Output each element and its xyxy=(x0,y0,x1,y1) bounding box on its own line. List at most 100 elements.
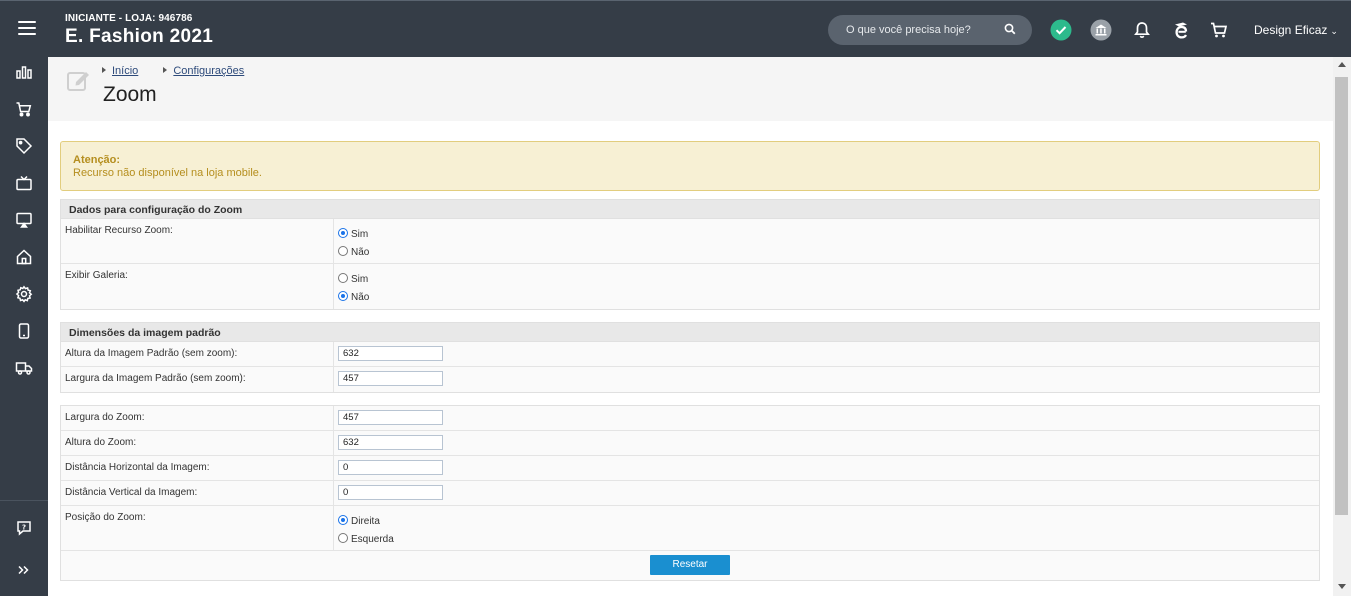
enable-zoom-label: Habilitar Recurso Zoom: xyxy=(65,225,173,236)
breadcrumb-config-link[interactable]: Configurações xyxy=(173,65,244,77)
mobile-icon xyxy=(18,323,30,339)
sidebar-item-mobile[interactable] xyxy=(14,321,34,341)
radio-selected-icon xyxy=(338,515,348,525)
page-title: Zoom xyxy=(103,83,157,106)
chevron-down-icon: ⌄ xyxy=(1330,26,1338,36)
sidebar-item-shipping[interactable] xyxy=(14,358,34,378)
education-logo-icon[interactable] xyxy=(1170,19,1192,41)
show-gallery-row: Exibir Galeria: Sim Não xyxy=(61,264,1319,309)
sidebar-expand-button[interactable] xyxy=(14,560,34,580)
chart-icon xyxy=(16,66,32,79)
svg-text:?: ? xyxy=(22,524,26,532)
radio-label: Não xyxy=(351,292,370,303)
sidebar-item-layout[interactable] xyxy=(14,210,34,230)
zoom-position-row: Posição do Zoom: Direita Esquerda xyxy=(61,506,1319,551)
shopping-cart-icon[interactable] xyxy=(1208,19,1230,41)
default-height-label: Altura da Imagem Padrão (sem zoom): xyxy=(65,348,238,359)
sidebar-item-store[interactable] xyxy=(14,247,34,267)
enable-zoom-yes-radio[interactable]: Sim xyxy=(338,228,368,240)
horizontal-distance-input[interactable] xyxy=(338,460,443,475)
radio-unselected-icon xyxy=(338,533,348,543)
radio-label: Sim xyxy=(351,274,369,285)
user-menu[interactable]: Design Eficaz ⌄ xyxy=(1254,23,1338,37)
notification-bell-icon[interactable] xyxy=(1131,19,1153,41)
alert-title: Atenção: xyxy=(73,154,121,166)
search-input[interactable] xyxy=(846,23,1006,37)
tag-icon xyxy=(16,138,33,155)
search-bar[interactable] xyxy=(828,15,1032,45)
zoom-height-row: Altura do Zoom: xyxy=(61,431,1319,456)
show-gallery-yes-radio[interactable]: Sim xyxy=(338,273,368,285)
alert-text: Recurso não disponível na loja mobile. xyxy=(73,167,262,179)
sidebar-item-help[interactable]: ? xyxy=(14,518,34,538)
sidebar-item-products[interactable] xyxy=(14,136,34,156)
page-header: Início Configurações Zoom xyxy=(48,57,1333,121)
zoom-position-label: Posição do Zoom: xyxy=(65,512,146,523)
radio-label: Não xyxy=(351,247,370,258)
user-name: Design Eficaz xyxy=(1254,23,1328,37)
cart-icon xyxy=(16,102,32,117)
sidebar-item-reports[interactable] xyxy=(14,62,34,82)
monitor-icon xyxy=(16,212,32,228)
help-chat-icon: ? xyxy=(17,521,31,536)
enable-zoom-row: Habilitar Recurso Zoom: Sim Não xyxy=(61,219,1319,264)
store-plan-label: INICIANTE - LOJA: 946786 xyxy=(65,13,193,24)
vertical-distance-label: Distância Vertical da Imagem: xyxy=(65,487,198,498)
reset-button[interactable]: Resetar xyxy=(650,555,730,575)
zoom-config-section: Dados para configuração do Zoom Habilita… xyxy=(60,199,1320,310)
radio-label: Sim xyxy=(351,229,369,240)
expand-icon xyxy=(18,565,29,575)
search-icon[interactable] xyxy=(1004,23,1016,35)
status-check-icon[interactable] xyxy=(1050,19,1072,41)
zoom-width-input[interactable] xyxy=(338,410,443,425)
vertical-scrollbar[interactable] xyxy=(1333,57,1351,596)
default-height-row: Altura da Imagem Padrão (sem zoom): xyxy=(61,342,1319,367)
radio-label: Esquerda xyxy=(351,534,394,545)
radio-label: Direita xyxy=(351,516,380,527)
sidebar-divider xyxy=(0,500,48,501)
sidebar: ? xyxy=(0,57,48,596)
scroll-up-arrow-icon[interactable] xyxy=(1338,62,1346,67)
default-height-input[interactable] xyxy=(338,346,443,361)
sidebar-item-marketing[interactable] xyxy=(14,173,34,193)
zoom-height-input[interactable] xyxy=(338,435,443,450)
zoom-height-label: Altura do Zoom: xyxy=(65,437,137,448)
radio-unselected-icon xyxy=(338,273,348,283)
default-width-label: Largura da Imagem Padrão (sem zoom): xyxy=(65,373,246,384)
default-width-row: Largura da Imagem Padrão (sem zoom): xyxy=(61,367,1319,392)
store-name: E. Fashion 2021 xyxy=(65,26,214,47)
sidebar-item-orders[interactable] xyxy=(14,99,34,119)
zoom-position-right-radio[interactable]: Direita xyxy=(338,515,380,527)
zoom-width-row: Largura do Zoom: xyxy=(61,406,1319,431)
sidebar-item-settings[interactable] xyxy=(14,284,34,304)
vertical-distance-row: Distância Vertical da Imagem: xyxy=(61,481,1319,506)
edit-page-icon xyxy=(67,72,89,91)
radio-selected-icon xyxy=(338,291,348,301)
tv-icon xyxy=(16,175,32,191)
default-width-input[interactable] xyxy=(338,371,443,386)
horizontal-distance-label: Distância Horizontal da Imagem: xyxy=(65,462,210,473)
vertical-distance-input[interactable] xyxy=(338,485,443,500)
breadcrumb: Início Configurações xyxy=(102,65,266,77)
mobile-warning-alert: Atenção: Recurso não disponível na loja … xyxy=(60,141,1320,191)
gear-icon xyxy=(15,285,33,303)
horizontal-distance-row: Distância Horizontal da Imagem: xyxy=(61,456,1319,481)
zoom-position-left-radio[interactable]: Esquerda xyxy=(338,533,394,545)
zoom-width-label: Largura do Zoom: xyxy=(65,412,145,423)
caret-right-icon xyxy=(102,67,106,73)
caret-right-icon xyxy=(163,67,168,73)
section-title: Dados para configuração do Zoom xyxy=(61,200,1319,219)
truck-icon xyxy=(15,362,33,375)
enable-zoom-no-radio[interactable]: Não xyxy=(338,246,369,258)
show-gallery-no-radio[interactable]: Não xyxy=(338,291,369,303)
bank-icon[interactable] xyxy=(1090,19,1112,41)
default-image-dimensions-section: Dimensões da imagem padrão Altura da Ima… xyxy=(60,322,1320,393)
show-gallery-label: Exibir Galeria: xyxy=(65,270,128,281)
top-bar: INICIANTE - LOJA: 946786 E. Fashion 2021… xyxy=(0,0,1351,57)
scroll-down-arrow-icon[interactable] xyxy=(1338,584,1346,589)
scrollbar-thumb[interactable] xyxy=(1335,77,1348,515)
breadcrumb-home-link[interactable]: Início xyxy=(112,65,138,77)
radio-selected-icon xyxy=(338,228,348,238)
menu-icon[interactable] xyxy=(18,21,36,35)
section-title: Dimensões da imagem padrão xyxy=(61,323,1319,342)
